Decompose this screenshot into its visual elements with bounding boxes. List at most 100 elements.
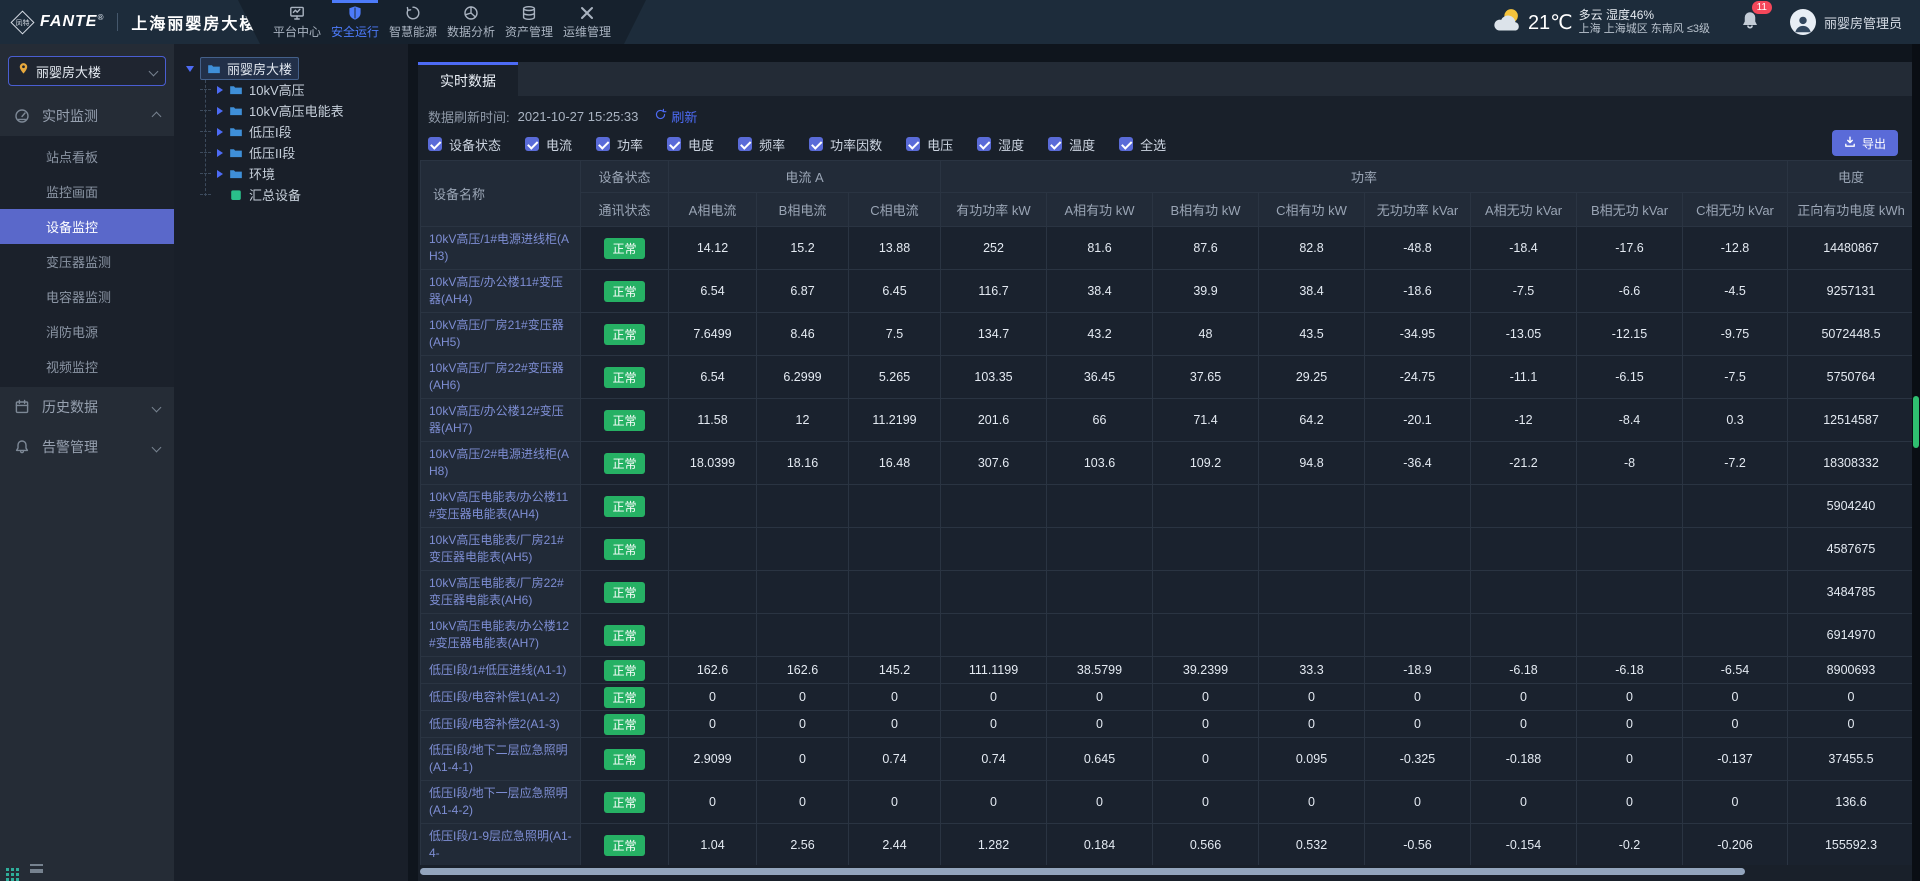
export-button[interactable]: 导出 — [1832, 130, 1898, 156]
refresh-label: 数据刷新时间: — [428, 107, 510, 126]
tree-node-汇总设备[interactable]: 汇总设备 — [200, 184, 408, 205]
sidebar-item-设备监控[interactable]: 设备监控 — [0, 209, 174, 244]
value-cell: 0.566 — [1153, 824, 1259, 866]
checkbox-checked-icon — [596, 137, 610, 151]
sidebar-item-消防电源[interactable]: 消防电源 — [0, 314, 174, 349]
value-cell: -13.05 — [1471, 313, 1577, 356]
filter-checkbox-电流[interactable]: 电流 — [525, 135, 572, 154]
user-menu[interactable]: 丽婴房管理员 — [1790, 9, 1902, 35]
tree-node-低压II段[interactable]: 低压II段 — [200, 142, 408, 163]
sidebar-item-变压器监测[interactable]: 变压器监测 — [0, 244, 174, 279]
sidebar-item-监控画面[interactable]: 监控画面 — [0, 174, 174, 209]
table-row: 10kV高压电能表/办公楼12#变压器电能表(AH7)正常6914970 — [421, 614, 1915, 657]
nav-item-label: 平台中心 — [273, 23, 321, 40]
value-cell: -11.1 — [1471, 356, 1577, 399]
sidebar-item-视频监控[interactable]: 视频监控 — [0, 349, 174, 384]
sidebar-item-电容器监测[interactable]: 电容器监测 — [0, 279, 174, 314]
filter-checkbox-频率[interactable]: 频率 — [738, 135, 785, 154]
tab-realtime-data[interactable]: 实时数据 — [418, 62, 518, 96]
value-cell — [669, 528, 757, 571]
nav-item-data-pie[interactable]: 数据分析 — [442, 0, 500, 44]
filter-checkbox-电压[interactable]: 电压 — [906, 135, 953, 154]
value-cell — [757, 528, 849, 571]
nav-item-ops-tools[interactable]: 运维管理 — [558, 0, 616, 44]
value-cell: 5.265 — [849, 356, 941, 399]
table-row: 低压I段/电容补偿1(A1-2)正常000000000000 — [421, 684, 1915, 711]
device-name-link[interactable]: 低压I段/电容补偿2(A1-3) — [421, 711, 581, 738]
value-cell: 9257131 — [1788, 270, 1914, 313]
filter-checkbox-功率因数[interactable]: 功率因数 — [809, 135, 882, 154]
device-name-link[interactable]: 10kV高压/2#电源进线柜(AH8) — [421, 442, 581, 485]
value-cell: -21.2 — [1471, 442, 1577, 485]
widget-grid-handle[interactable] — [6, 868, 9, 871]
nav-item-safety-shield[interactable]: 安全运行 — [326, 0, 384, 44]
value-cell: 0 — [849, 781, 941, 824]
value-cell — [1471, 528, 1577, 571]
filter-checkbox-温度[interactable]: 温度 — [1048, 135, 1095, 154]
filter-checkbox-电度[interactable]: 电度 — [667, 135, 714, 154]
nav-item-energy-cycle[interactable]: 智慧能源 — [384, 0, 442, 44]
notification-bell[interactable]: 11 — [1740, 10, 1760, 35]
collapse-list-icon[interactable] — [30, 864, 43, 873]
safety-shield-icon — [347, 5, 363, 21]
tree-node-环境[interactable]: 环境 — [200, 163, 408, 184]
value-cell: -6.15 — [1577, 356, 1683, 399]
horizontal-scrollbar[interactable] — [420, 868, 1745, 875]
table-row: 低压I段/地下一层应急照明(A1-4-2)正常00000000000136.6 — [421, 781, 1915, 824]
tree-node-低压I段[interactable]: 低压I段 — [200, 121, 408, 142]
value-cell: 7.6499 — [669, 313, 757, 356]
filter-checkbox-功率[interactable]: 功率 — [596, 135, 643, 154]
sidebar-group-实时监测[interactable]: 实时监测 — [0, 96, 174, 136]
chevron-down-icon — [152, 442, 162, 452]
sidebar-group-历史数据[interactable]: 历史数据 — [0, 387, 174, 427]
device-name-link[interactable]: 10kV高压/办公楼11#变压器(AH4) — [421, 270, 581, 313]
status-badge: 正常 — [604, 792, 644, 813]
filter-checkbox-设备状态[interactable]: 设备状态 — [428, 135, 501, 154]
device-name-link[interactable]: 10kV高压/办公楼12#变压器(AH7) — [421, 399, 581, 442]
comm-status-cell: 正常 — [581, 227, 669, 270]
value-cell: 18308332 — [1788, 442, 1914, 485]
value-cell: 6.87 — [757, 270, 849, 313]
value-cell: 0 — [1365, 684, 1471, 711]
device-name-link[interactable]: 低压I段/电容补偿1(A1-2) — [421, 684, 581, 711]
device-name-link[interactable]: 10kV高压电能表/办公楼12#变压器电能表(AH7) — [421, 614, 581, 657]
device-name-link[interactable]: 10kV高压电能表/办公楼11#变压器电能表(AH4) — [421, 485, 581, 528]
chevron-down-icon — [152, 402, 162, 412]
filter-checkbox-全选[interactable]: 全选 — [1119, 135, 1166, 154]
top-header: 凤特 FANTE® 上海丽婴房大楼 平台中心安全运行智慧能源数据分析资产管理运维… — [0, 0, 1920, 44]
value-cell: -9.75 — [1683, 313, 1788, 356]
value-cell — [757, 614, 849, 657]
value-cell: -8.4 — [1577, 399, 1683, 442]
device-name-link[interactable]: 10kV高压/厂房22#变压器(AH6) — [421, 356, 581, 399]
device-name-link[interactable]: 10kV高压/厂房21#变压器(AH5) — [421, 313, 581, 356]
value-cell: 0 — [1471, 711, 1577, 738]
tree-node-10kV高压电能表[interactable]: 10kV高压电能表 — [200, 100, 408, 121]
device-name-link[interactable]: 10kV高压/1#电源进线柜(AH3) — [421, 227, 581, 270]
tree-node-10kV高压[interactable]: 10kV高压 — [200, 79, 408, 100]
device-name-link[interactable]: 低压I段/1#低压进线(A1-1) — [421, 657, 581, 684]
refresh-button[interactable]: 刷新 — [654, 107, 697, 126]
device-name-link[interactable]: 10kV高压电能表/厂房21#变压器电能表(AH5) — [421, 528, 581, 571]
sidebar-item-站点看板[interactable]: 站点看板 — [0, 139, 174, 174]
nav-item-asset-database[interactable]: 资产管理 — [500, 0, 558, 44]
device-name-link[interactable]: 低压I段/地下二层应急照明(A1-4-1) — [421, 738, 581, 781]
group-header-设备状态: 设备状态 — [581, 161, 669, 193]
value-cell — [757, 485, 849, 528]
col-header-通讯状态: 通讯状态 — [581, 193, 669, 227]
avatar — [1790, 9, 1816, 35]
value-cell: 18.0399 — [669, 442, 757, 485]
device-name-link[interactable]: 低压I段/1-9层应急照明(A1-4- — [421, 824, 581, 866]
device-name-link[interactable]: 低压I段/地下一层应急照明(A1-4-2) — [421, 781, 581, 824]
sidebar-group-告警管理[interactable]: 告警管理 — [0, 427, 174, 467]
tree-node-root[interactable]: 丽婴房大楼 — [186, 58, 408, 79]
caret-down-icon — [186, 66, 194, 72]
nav-item-platform-monitor[interactable]: 平台中心 — [268, 0, 326, 44]
value-cell: 0 — [1153, 781, 1259, 824]
vertical-scrollbar-thumb[interactable] — [1913, 396, 1919, 448]
device-name-link[interactable]: 10kV高压电能表/厂房22#变压器电能表(AH6) — [421, 571, 581, 614]
value-cell: 7.5 — [849, 313, 941, 356]
status-badge: 正常 — [604, 410, 644, 431]
filter-checkbox-湿度[interactable]: 湿度 — [977, 135, 1024, 154]
site-selector[interactable]: 丽婴房大楼 — [8, 56, 166, 86]
folder-icon — [229, 84, 243, 96]
